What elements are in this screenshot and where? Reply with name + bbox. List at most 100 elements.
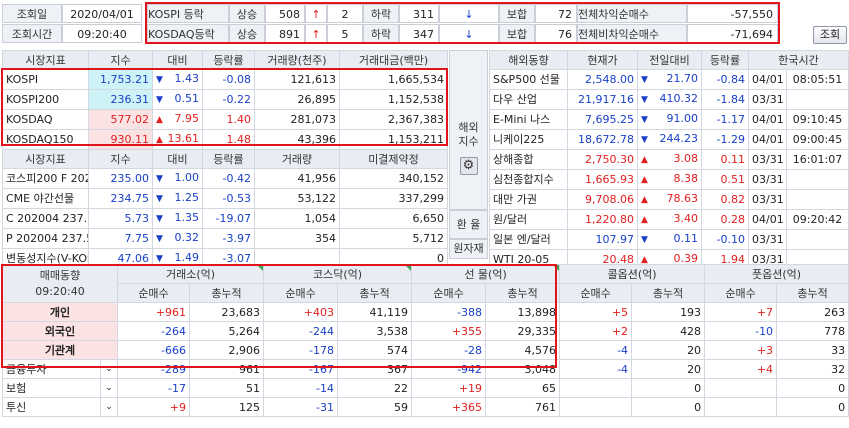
down-triangle-icon <box>641 131 648 149</box>
world-row[interactable]: 일본 엔/달러107.97 0.11-0.1003/31 <box>489 229 849 250</box>
world-row[interactable]: 대만 가권9,708.06 78.630.8203/31 <box>489 189 849 210</box>
world-row[interactable]: 심천종합지수1,665.93 8.380.5103/31 <box>489 169 849 190</box>
corner-marker-icon <box>405 265 411 271</box>
change-value: 1.35 <box>174 211 200 224</box>
world-market-table: 해외동향현재가전일대비등락률한국시간 S&P500 선물2,548.00 21.7… <box>489 50 849 270</box>
world-change: 244.23 <box>637 129 702 150</box>
net-buy-value <box>704 378 778 398</box>
world-time <box>785 89 849 110</box>
cumulative-value: 20 <box>631 359 706 379</box>
world-name: 일본 엔/달러 <box>489 229 568 250</box>
world-price: 7,695.25 <box>567 109 638 130</box>
market-row[interactable]: 코스피200 F 202006235.00 1.00-0.4241,956340,… <box>2 168 448 189</box>
cumulative-value: 32 <box>776 359 849 379</box>
net-buy-header: 순매수 <box>704 283 778 303</box>
net-buy-value <box>559 397 633 417</box>
market-row[interactable]: C 202004 237.55.73 1.35-19.071,0546,650 <box>2 208 448 229</box>
market-row[interactable]: KOSDAQ577.02 7.951.40281,0732,367,383 <box>2 109 448 130</box>
indicator-volume: 281,073 <box>254 109 340 130</box>
world-name: 니케이225 <box>489 129 568 150</box>
expand-chevron-icon[interactable]: ⌄ <box>100 378 118 398</box>
flow-group-label: 풋옵션(억) <box>752 267 802 281</box>
world-row[interactable]: 다우 산업21,917.16 410.32-1.8403/31 <box>489 89 849 110</box>
world-date: 03/31 <box>748 89 787 110</box>
indicator-name: C 202004 237.5 <box>2 208 89 229</box>
flow-row[interactable]: 외국인 -264 5,264 -244 3,538 +355 29,335 +2 428 -10 7… <box>2 321 849 341</box>
world-time <box>785 169 849 190</box>
world-price: 1,220.80 <box>567 209 638 230</box>
cumulative-value: 3,538 <box>337 321 413 341</box>
net-buy-value: -244 <box>263 321 339 341</box>
overseas-index-tab[interactable]: 해외 지수 ⚙ <box>449 50 488 210</box>
investor-name: 기관계 <box>2 340 118 360</box>
market-row[interactable]: P 202004 237.57.75 0.32-3.973545,712 <box>2 228 448 249</box>
expand-chevron-icon[interactable]: ⌄ <box>100 397 118 417</box>
cumulative-value: 0 <box>776 378 849 398</box>
expand-chevron-icon[interactable]: ⌄ <box>100 359 118 379</box>
indicator-rate: 1.40 <box>202 109 255 130</box>
up-triangle-icon <box>156 111 163 129</box>
net-buy-value: -31 <box>263 397 339 417</box>
market-row[interactable]: KOSPI1,753.21 1.43-0.08121,6131,665,534 <box>2 69 448 90</box>
flow-row[interactable]: 금융투자 ⌄ -289 961 -167 367 -942 3,048 -4 20 +4 32 <box>2 359 849 379</box>
flow-group-header[interactable]: 콜옵션(억) <box>559 264 706 284</box>
cumulative-header: 총누적 <box>631 283 706 303</box>
flow-group-label: 코스닥(억) <box>312 267 363 281</box>
net-buy-value: -178 <box>263 340 339 360</box>
flow-row[interactable]: 기관계 -666 2,906 -178 574 -28 4,576 -4 20 +3 33 <box>2 340 849 360</box>
flow-group-header[interactable]: 거래소(억) <box>116 264 265 284</box>
query-button[interactable]: 조회 <box>813 26 847 44</box>
world-change: 0.11 <box>637 229 702 250</box>
flow-row[interactable]: 보험 ⌄ -17 51 -14 22 +19 65 0 0 <box>2 378 849 398</box>
market-row[interactable]: KOSDAQ150930.11 13.611.4843,3961,153,211 <box>2 129 448 150</box>
down-triangle-icon <box>156 91 163 109</box>
world-row[interactable]: 원/달러1,220.80 3.400.2804/0109:20:42 <box>489 209 849 230</box>
market-header-4: 거래량(천주) <box>254 50 340 70</box>
world-price: 1,665.93 <box>567 169 638 190</box>
world-row[interactable]: 니케이22518,672.78 244.23-1.2904/0109:00:45 <box>489 129 849 150</box>
flow-group-header[interactable]: 선 물(억) <box>411 264 561 284</box>
settings-gear-icon[interactable]: ⚙ <box>459 157 478 175</box>
world-row[interactable]: 상해종합2,750.30 3.080.1103/3116:01:07 <box>489 149 849 170</box>
flat-count: 72 <box>535 4 577 23</box>
world-name: 심천종합지수 <box>489 169 568 190</box>
net-buy-value: +365 <box>411 397 487 417</box>
flow-row[interactable]: 투신 ⌄ +9 125 -31 59 +365 761 0 0 <box>2 397 849 417</box>
indicator-name: 코스피200 F 202006 <box>2 168 89 189</box>
world-time <box>785 189 849 210</box>
world-row[interactable]: S&P500 선물2,548.00 21.70-0.8404/0108:05:51 <box>489 69 849 90</box>
cumulative-header: 총누적 <box>188 283 265 303</box>
flow-group-header[interactable]: 풋옵션(억) <box>704 264 849 284</box>
up-triangle-icon <box>641 151 648 169</box>
up-arrow-icon: ↑ <box>305 4 327 23</box>
market-row[interactable]: KOSPI200236.31 0.51-0.2226,8951,152,538 <box>2 89 448 110</box>
cumulative-value: 574 <box>337 340 413 360</box>
cumulative-header: 총누적 <box>337 283 413 303</box>
arbitrage-value: -71,694 <box>687 24 778 43</box>
indicator-amount: 5,712 <box>339 228 448 249</box>
change-value: 1.43 <box>174 72 200 85</box>
world-time: 08:05:51 <box>785 69 849 90</box>
flow-group-header[interactable]: 코스닥(억) <box>263 264 413 284</box>
flow-row[interactable]: 개인 +961 23,683 +403 41,119 -388 13,898 +5 193 +7 2… <box>2 302 849 322</box>
indicator-volume: 26,895 <box>254 89 340 110</box>
cumulative-value: 367 <box>337 359 413 379</box>
world-name: S&P500 선물 <box>489 69 568 90</box>
net-buy-value: -4 <box>559 359 633 379</box>
derivative-header-5: 미결제약정 <box>339 149 448 169</box>
down-count: 347 <box>399 24 439 43</box>
world-rate: -0.10 <box>701 229 749 250</box>
market-header-1: 지수 <box>88 50 153 70</box>
market-row[interactable]: CME 야간선물234.75 1.25-0.5353,122337,299 <box>2 188 448 209</box>
world-row[interactable]: E-Mini 나스7,695.25 91.00-1.1704/0109:10:45 <box>489 109 849 130</box>
world-header-3: 등락률 <box>701 50 749 70</box>
adv-name: KOSPI 등락 <box>147 4 229 23</box>
exchange-rate-tab[interactable]: 환 율 <box>449 210 488 239</box>
cumulative-value: 2,906 <box>188 340 265 360</box>
change-value: 244.23 <box>659 132 699 145</box>
net-buy-value: +355 <box>411 321 487 341</box>
world-rate: -0.84 <box>701 69 749 90</box>
indicator-amount: 2,367,383 <box>339 109 448 130</box>
net-buy-header: 순매수 <box>263 283 339 303</box>
commodity-tab[interactable]: 원자재 <box>449 239 488 259</box>
